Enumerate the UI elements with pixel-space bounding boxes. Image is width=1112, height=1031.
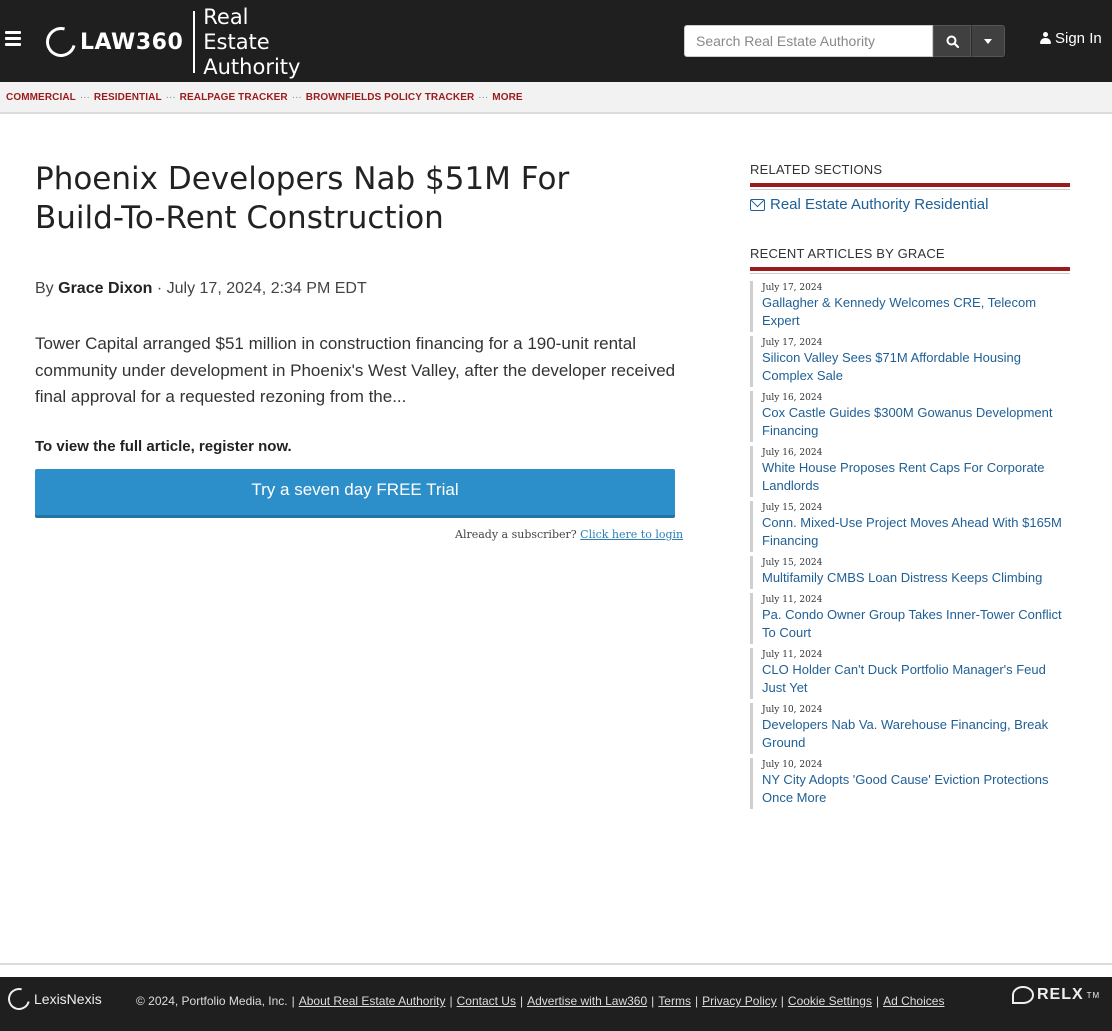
- recent-date: July 17, 2024: [762, 338, 823, 348]
- search-bar: [684, 25, 1005, 57]
- recent-date: July 15, 2024: [762, 503, 823, 513]
- footer-link-ad-choices[interactable]: Ad Choices: [883, 994, 944, 1008]
- search-options-toggle[interactable]: [971, 25, 1005, 57]
- recent-articles-list: July 17, 2024 Gallagher & Kennedy Welcome…: [750, 281, 1070, 813]
- free-trial-button[interactable]: Try a seven day FREE Trial: [35, 469, 675, 518]
- recent-article-link[interactable]: Silicon Valley Sees $71M Affordable Hous…: [762, 350, 1021, 383]
- list-item: July 16, 2024 Cox Castle Guides $300M Gow…: [750, 391, 1070, 442]
- article-byline: By Grace Dixon · July 17, 2024, 2:34 PM …: [35, 280, 367, 298]
- list-item: July 15, 2024 Multifamily CMBS Loan Distr…: [750, 556, 1070, 589]
- footer-link-cookie-settings[interactable]: Cookie Settings: [788, 994, 872, 1008]
- recent-date: July 16, 2024: [762, 448, 823, 458]
- nav-brownfields-policy-tracker[interactable]: BROWNFIELDS POLICY TRACKER: [306, 92, 475, 103]
- recent-article-link[interactable]: CLO Holder Can't Duck Portfolio Manager'…: [762, 662, 1046, 695]
- lexisnexis-mark-icon: [3, 983, 35, 1015]
- nav-separator: ···: [478, 91, 489, 103]
- article-date: · July 17, 2024, 2:34 PM EDT: [156, 280, 367, 297]
- author-name[interactable]: Grace Dixon: [58, 280, 152, 297]
- lexisnexis-logo[interactable]: LexisNexis: [3, 983, 102, 1015]
- nav-commercial[interactable]: COMMERCIAL: [6, 92, 76, 103]
- menu-icon[interactable]: [5, 31, 21, 47]
- recent-article-link[interactable]: Pa. Condo Owner Group Takes Inner-Tower …: [762, 607, 1062, 640]
- list-item: July 17, 2024 Silicon Valley Sees $71M Af…: [750, 336, 1070, 387]
- recent-article-link[interactable]: NY City Adopts 'Good Cause' Eviction Pro…: [762, 772, 1049, 805]
- list-item: July 11, 2024 CLO Holder Can't Duck Portf…: [750, 648, 1070, 699]
- recent-article-link[interactable]: Conn. Mixed-Use Project Moves Ahead With…: [762, 515, 1062, 548]
- recent-date: July 16, 2024: [762, 393, 823, 403]
- footer-link-terms[interactable]: Terms: [658, 994, 691, 1008]
- nav-realpage-tracker[interactable]: REALPAGE TRACKER: [180, 92, 288, 103]
- related-sections-heading: RELATED SECTIONS: [750, 162, 1070, 190]
- list-item: July 10, 2024 NY City Adopts 'Good Cause'…: [750, 758, 1070, 809]
- section-nav: COMMERCIAL ··· RESIDENTIAL ··· REALPAGE …: [0, 82, 1112, 114]
- footer-link-about[interactable]: About Real Estate Authority: [299, 994, 446, 1008]
- search-button[interactable]: [933, 25, 971, 57]
- sign-in-link[interactable]: Sign In: [1040, 30, 1102, 47]
- law360-mark-icon: [40, 21, 82, 63]
- footer-divider: [0, 963, 1112, 965]
- footer-link-advertise[interactable]: Advertise with Law360: [527, 994, 647, 1008]
- list-item: July 10, 2024 Developers Nab Va. Warehous…: [750, 703, 1070, 754]
- nav-separator: ···: [291, 91, 302, 103]
- relx-logo[interactable]: RELX TM: [1012, 986, 1100, 1004]
- nav-separator: ···: [165, 91, 176, 103]
- copyright: © 2024, Portfolio Media, Inc.: [136, 994, 288, 1008]
- search-input[interactable]: [684, 25, 933, 57]
- related-section-label: Real Estate Authority Residential: [770, 196, 989, 213]
- login-link[interactable]: Click here to login: [580, 528, 683, 541]
- related-section-link[interactable]: Real Estate Authority Residential: [750, 196, 988, 213]
- footer-links: © 2024, Portfolio Media, Inc. | About Real…: [136, 994, 945, 1008]
- site-logo[interactable]: LAW360 Real Estate Authority: [40, 5, 315, 79]
- site-footer: LexisNexis © 2024, Portfolio Media, Inc.…: [0, 977, 1112, 1031]
- search-icon: [946, 35, 959, 48]
- recent-date: July 15, 2024: [762, 558, 823, 568]
- recent-article-link[interactable]: Developers Nab Va. Warehouse Financing, …: [762, 717, 1048, 750]
- already-subscriber-text: Already a subscriber?: [455, 528, 577, 541]
- sign-in-label: Sign In: [1055, 30, 1102, 47]
- recent-article-link[interactable]: Multifamily CMBS Loan Distress Keeps Cli…: [762, 570, 1042, 585]
- list-item: July 16, 2024 White House Proposes Rent C…: [750, 446, 1070, 497]
- nav-residential[interactable]: RESIDENTIAL: [94, 92, 162, 103]
- lexisnexis-label: LexisNexis: [34, 991, 102, 1007]
- recent-date: July 11, 2024: [762, 595, 823, 605]
- article-title: Phoenix Developers Nab $51M For Build-To…: [35, 161, 570, 236]
- subscriber-login: Already a subscriber? Click here to logi…: [455, 528, 683, 541]
- list-item: July 11, 2024 Pa. Condo Owner Group Takes…: [750, 593, 1070, 644]
- nav-more[interactable]: MORE: [492, 92, 522, 103]
- logo-brand: LAW360: [80, 29, 184, 55]
- list-item: July 17, 2024 Gallagher & Kennedy Welcome…: [750, 281, 1070, 332]
- recent-article-link[interactable]: Cox Castle Guides $300M Gowanus Developm…: [762, 405, 1052, 438]
- relx-trademark: TM: [1086, 990, 1101, 1000]
- register-prompt: To view the full article, register now.: [35, 438, 292, 455]
- envelope-icon: [750, 198, 765, 211]
- article-summary: Tower Capital arranged $51 million in co…: [35, 334, 676, 406]
- recent-date: July 11, 2024: [762, 650, 823, 660]
- site-header: LAW360 Real Estate Authority Sign In: [0, 0, 1112, 82]
- recent-date: July 10, 2024: [762, 705, 823, 715]
- byline-by: By: [35, 280, 54, 297]
- relx-mark-icon: [1012, 986, 1034, 1004]
- recent-article-link[interactable]: Gallagher & Kennedy Welcomes CRE, Teleco…: [762, 295, 1036, 328]
- user-icon: [1040, 32, 1051, 45]
- relx-label: RELX: [1037, 986, 1084, 1003]
- footer-link-privacy[interactable]: Privacy Policy: [702, 994, 777, 1008]
- logo-section: Real Estate Authority: [203, 4, 301, 79]
- logo-divider: [193, 11, 196, 73]
- recent-articles-heading: RECENT ARTICLES BY GRACE: [750, 246, 1070, 274]
- recent-article-link[interactable]: White House Proposes Rent Caps For Corpo…: [762, 460, 1045, 493]
- footer-link-contact[interactable]: Contact Us: [457, 994, 516, 1008]
- recent-date: July 17, 2024: [762, 283, 823, 293]
- caret-down-icon: [984, 38, 992, 44]
- nav-separator: ···: [79, 91, 90, 103]
- list-item: July 15, 2024 Conn. Mixed-Use Project Mov…: [750, 501, 1070, 552]
- recent-date: July 10, 2024: [762, 760, 823, 770]
